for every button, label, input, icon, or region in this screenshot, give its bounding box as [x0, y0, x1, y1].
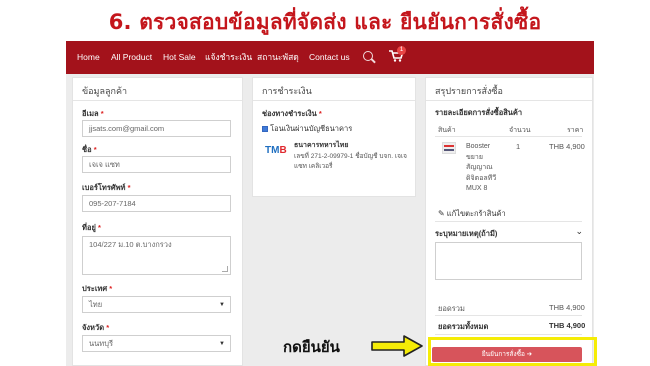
- total-label: ยอดรวมทั้งหมด: [438, 322, 489, 331]
- right-arrow-icon: [371, 335, 423, 357]
- column-price: ราคา: [567, 127, 584, 134]
- checkbox[interactable]: [262, 126, 268, 133]
- note-label: ระบุหมายเหตุ(ถ้ามี): [435, 229, 498, 238]
- name-label: ชื่อ *: [82, 145, 97, 154]
- product-qty: 1: [516, 142, 521, 151]
- email-field[interactable]: jjsats.com@gmail.com: [82, 120, 231, 137]
- divider: [435, 334, 582, 335]
- total-value: THB 4,900: [549, 321, 586, 330]
- product-name[interactable]: Booster ขยาย สัญญาณ ดิจิตอลทีวี MUX 8: [466, 142, 496, 195]
- nav-all-product[interactable]: All Product: [111, 41, 152, 74]
- customer-info-title: ข้อมูลลูกค้า: [82, 86, 128, 96]
- note-textarea[interactable]: [435, 242, 582, 280]
- nav-home[interactable]: Home: [77, 41, 100, 74]
- payment-card: การชำระเงิน ช่องทางชำระเงิน * โอนเงินผ่า…: [252, 77, 416, 197]
- bank-transfer-label: โอนเงินผ่านบัญชีธนาคาร: [270, 124, 353, 133]
- divider: [435, 315, 582, 316]
- address-label: ที่อยู่ *: [82, 223, 101, 232]
- nav-payment-notify[interactable]: แจ้งชำระเงิน: [205, 41, 252, 74]
- cart-count-badge: 1: [397, 46, 406, 55]
- name-field[interactable]: เจเจ แซท: [82, 156, 231, 173]
- divider: [426, 100, 592, 101]
- search-icon[interactable]: [363, 51, 373, 61]
- phone-label: เบอร์โทรศัพท์ *: [82, 183, 131, 192]
- account-info-line2: แซท เคลิเวอรี่: [294, 163, 333, 170]
- nav-parcel-status[interactable]: สถานะพัสดุ: [257, 41, 299, 74]
- chevron-down-icon[interactable]: ⌄: [575, 226, 583, 237]
- tutorial-step-heading: 6. ตรวจสอบข้อมูลที่จัดส่ง และ ยืนยันการส…: [108, 10, 542, 34]
- checkout-page: Home All Product Hot Sale แจ้งชำระเงิน ส…: [66, 41, 594, 366]
- account-info-line1: เลขที่ 271-2-09979-1 ชื่อบัญชี บจก. เจเจ: [294, 153, 407, 160]
- customer-info-card: ข้อมูลลูกค้า อีเมล * jjsats.com@gmail.co…: [72, 77, 243, 366]
- press-confirm-callout: กดยืนยัน: [283, 338, 340, 356]
- phone-field[interactable]: 095-207-7184: [82, 195, 231, 212]
- order-summary-title: สรุปรายการสั่งซื้อ: [435, 86, 503, 96]
- product-price: THB 4,900: [549, 142, 585, 151]
- divider: [435, 136, 582, 137]
- bank-name: ธนาคารทหารไทย: [294, 142, 349, 149]
- edit-cart-link[interactable]: ✎ แก้ไขตะกร้าสินค้า: [438, 208, 506, 220]
- column-product: สินค้า: [438, 127, 456, 134]
- edit-icon: ✎: [438, 209, 445, 218]
- product-thumbnail: [442, 142, 456, 154]
- email-label: อีเมล *: [82, 109, 104, 118]
- nav-hot-sale[interactable]: Hot Sale: [163, 41, 196, 74]
- province-select[interactable]: นนทบุรี ▼: [82, 335, 231, 352]
- province-label: จังหวัด *: [82, 323, 110, 332]
- country-label: ประเทศ *: [82, 284, 113, 293]
- divider: [253, 100, 415, 101]
- top-nav-bar: Home All Product Hot Sale แจ้งชำระเงิน ส…: [66, 41, 594, 74]
- payment-channel-label: ช่องทางชำระเงิน *: [262, 109, 322, 118]
- dropdown-arrow-icon: ▼: [219, 341, 225, 347]
- confirm-highlight-box: [428, 337, 597, 366]
- order-summary-card: สรุปรายการสั่งซื้อ รายละเอียดการสั่งซื้อ…: [425, 77, 593, 366]
- dropdown-arrow-icon: ▼: [219, 302, 225, 308]
- subtotal-value: THB 4,900: [549, 303, 585, 312]
- address-textarea[interactable]: 104/227 ม.10 ต.บางกรวง: [82, 236, 231, 275]
- payment-title: การชำระเงิน: [262, 86, 312, 96]
- tmb-logo: TMB: [265, 145, 287, 156]
- province-selected-value: นนทบุรี: [89, 339, 113, 348]
- divider: [73, 100, 242, 101]
- order-detail-title: รายละเอียดการสั่งซื้อสินค้า: [435, 108, 523, 117]
- divider: [435, 221, 582, 222]
- column-qty: จำนวน: [509, 127, 531, 134]
- country-selected-value: ไทย: [89, 300, 103, 309]
- bank-transfer-option[interactable]: โอนเงินผ่านบัญชีธนาคาร: [262, 123, 352, 135]
- nav-contact-us[interactable]: Contact us: [309, 41, 350, 74]
- subtotal-label: ยอดรวม: [438, 304, 465, 313]
- country-select[interactable]: ไทย ▼: [82, 296, 231, 313]
